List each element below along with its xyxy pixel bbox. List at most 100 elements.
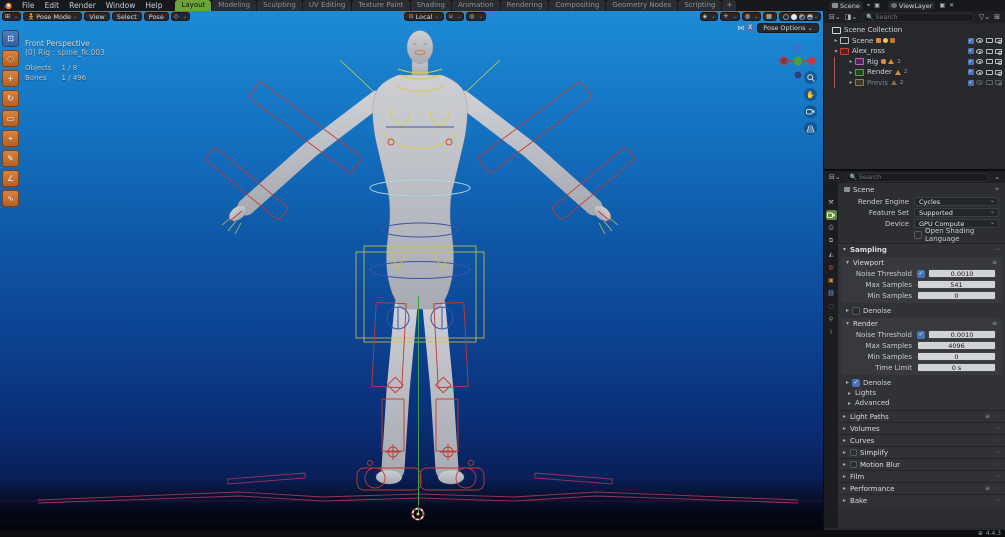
viewport-disable-icon[interactable] <box>986 59 993 64</box>
tab-uv-editing[interactable]: UV Editing <box>303 0 352 11</box>
menu-edit[interactable]: Edit <box>40 0 65 11</box>
tool-select-circle[interactable]: ◌ <box>2 50 19 67</box>
tab-layout[interactable]: Layout <box>175 0 211 11</box>
character-model[interactable] <box>0 11 823 530</box>
render-subpanel-header[interactable]: ▾Render ≡ <box>841 318 1002 329</box>
view-menu[interactable]: View <box>84 12 109 21</box>
vp-denoise-row[interactable]: ▸ ✓ Denoise <box>838 305 1005 316</box>
vp-denoise-checkbox[interactable]: ✓ <box>852 307 860 315</box>
tab-geometry-nodes[interactable]: Geometry Nodes <box>606 0 677 11</box>
menu-file[interactable]: File <box>17 0 40 11</box>
viewport-disable-icon[interactable] <box>986 80 993 85</box>
preset-icon[interactable]: ≡ <box>985 485 990 492</box>
tool-annotate[interactable]: ✎ <box>2 150 19 167</box>
row-previs[interactable]: ▸ Previs 2 ✓ <box>835 78 1005 89</box>
tab-texture-paint[interactable]: Texture Paint <box>352 0 409 11</box>
transform-orientation[interactable]: ⊙ Local⌄ <box>404 12 444 21</box>
collapse-icon[interactable]: ▾ <box>832 48 840 55</box>
advanced-subsection[interactable]: ▸Advanced <box>838 398 1005 408</box>
hide-eye-icon[interactable] <box>976 59 983 64</box>
render-engine-select[interactable]: Cycles <box>914 197 999 206</box>
r-denoise-checkbox[interactable]: ✓ <box>852 379 860 387</box>
tab-physics[interactable]: ◌ <box>826 301 837 311</box>
new-collection-icon[interactable]: ⊞ <box>992 13 1002 21</box>
exclude-checkbox[interactable]: ✓ <box>968 80 974 86</box>
menu-help[interactable]: Help <box>140 0 167 11</box>
tab-constraints[interactable]: ⛓ <box>826 288 837 298</box>
new-viewlayer-icon[interactable]: ▣ <box>937 2 947 9</box>
select-menu[interactable]: Select <box>112 12 142 21</box>
section-performance[interactable]: ▸Performance ≡ ⋯ <box>838 482 1005 494</box>
scene-selector[interactable]: Scene <box>829 1 863 10</box>
editor-type-button[interactable]: ⊞⌄ <box>2 12 21 21</box>
camera-view-button[interactable] <box>804 105 817 118</box>
tab-shading[interactable]: Shading <box>411 0 451 11</box>
exclude-checkbox[interactable]: ✓ <box>968 69 974 75</box>
tab-world[interactable]: ◍ <box>826 262 837 272</box>
properties-editor-icon[interactable]: ⊟⌄ <box>827 173 843 181</box>
tool-scale[interactable]: ▭ <box>2 110 19 127</box>
device-select[interactable]: GPU Compute <box>914 219 999 228</box>
tab-rendering[interactable]: Rendering <box>501 0 549 11</box>
vp-noise-checkbox[interactable]: ✓ <box>917 270 925 278</box>
section-light-paths[interactable]: ▸Light Paths ≡ ⋯ <box>838 410 1005 422</box>
shading-material-button[interactable] <box>799 14 805 20</box>
row-scene[interactable]: ▸ Scene ✓ <box>824 36 1005 47</box>
section-bake[interactable]: ▸Bake ⋯ <box>838 494 1005 506</box>
preset-icon[interactable]: ≡ <box>992 259 997 266</box>
simplify-checkbox[interactable]: ✓ <box>850 449 857 456</box>
visibility-popover[interactable]: ◈⌄ <box>700 12 719 21</box>
outliner-display-mode-icon[interactable]: ⊟⌄ <box>827 13 843 21</box>
shading-rendered-button[interactable] <box>807 14 813 20</box>
tab-modeling[interactable]: Modeling <box>212 0 256 11</box>
proportional-edit[interactable]: ◎⌄ <box>466 12 485 21</box>
pan-view-button[interactable]: ✋ <box>804 88 817 101</box>
vp-min-samples-field[interactable]: 0 <box>917 291 996 300</box>
section-volumes[interactable]: ▸Volumes ⋯ <box>838 422 1005 434</box>
menu-window[interactable]: Window <box>101 0 141 11</box>
viewport-disable-icon[interactable] <box>986 49 993 54</box>
pose-options-popover[interactable]: Pose Options ⌄ <box>757 23 819 33</box>
r-max-samples-field[interactable]: 4096 <box>917 341 996 350</box>
hide-eye-icon[interactable] <box>976 70 983 75</box>
shading-solid-button[interactable] <box>791 14 797 20</box>
tab-sculpting[interactable]: Sculpting <box>257 0 302 11</box>
render-disable-icon[interactable] <box>995 59 1002 64</box>
tool-transform[interactable]: ⌖ <box>2 130 19 147</box>
tab-scripting[interactable]: Scripting <box>678 0 721 11</box>
exclude-checkbox[interactable]: ✓ <box>968 38 974 44</box>
expand-icon[interactable]: ▸ <box>847 79 855 86</box>
r-time-limit-field[interactable]: 0 s <box>917 363 996 372</box>
mirror-x-toggle[interactable]: X <box>746 24 754 32</box>
exclude-checkbox[interactable]: ✓ <box>968 59 974 65</box>
properties-options-icon[interactable]: ⌄ <box>992 173 1002 181</box>
new-scene-icon[interactable]: ▣ <box>872 2 882 9</box>
remove-viewlayer-icon[interactable]: ✕ <box>947 2 956 9</box>
tab-object-data[interactable]: ⚲ <box>826 314 837 324</box>
vp-max-samples-field[interactable]: 541 <box>917 280 996 289</box>
tab-animation[interactable]: Animation <box>452 0 500 11</box>
tool-measure[interactable]: ∠ <box>2 170 19 187</box>
viewport-disable-icon[interactable] <box>986 70 993 75</box>
render-disable-icon[interactable] <box>995 70 1002 75</box>
render-disable-icon[interactable] <box>995 38 1002 43</box>
tab-view-layer[interactable]: ⧉ <box>826 236 837 246</box>
expand-icon[interactable]: ▸ <box>847 69 855 76</box>
tool-select-box[interactable]: ⊡ <box>2 30 19 47</box>
expand-icon[interactable]: ▸ <box>847 58 855 65</box>
hide-eye-icon[interactable] <box>976 80 983 85</box>
pin-icon[interactable]: ⌖ <box>995 185 999 194</box>
r-noise-checkbox[interactable]: ✓ <box>917 331 925 339</box>
section-curves[interactable]: ▸Curves ⋯ <box>838 434 1005 446</box>
section-simplify[interactable]: ▸ ✓ Simplify ⋯ <box>838 446 1005 458</box>
gizmos-toggle[interactable]: ✛⌄ <box>720 12 739 21</box>
keying-popover[interactable]: ◇⌄ <box>171 12 190 21</box>
zoom-view-button[interactable] <box>804 71 817 84</box>
filter-funnel-icon[interactable]: ▽⌄ <box>977 13 992 21</box>
motion-blur-checkbox[interactable]: ✓ <box>850 461 857 468</box>
sampling-panel-header[interactable]: ▾Sampling ⋯ <box>838 244 1005 255</box>
row-render[interactable]: ▸ Render 2 ✓ <box>835 67 1005 78</box>
add-workspace-button[interactable]: + <box>722 0 736 11</box>
tab-object[interactable]: ▣ <box>826 275 837 285</box>
xray-toggle[interactable]: ▦ <box>763 12 777 21</box>
